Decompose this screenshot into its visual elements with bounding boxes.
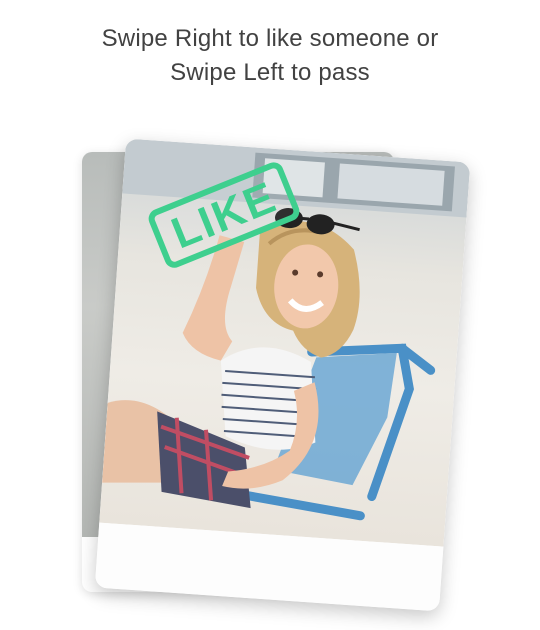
swipe-instruction: Swipe Right to like someone or Swipe Lef… <box>0 22 540 90</box>
card-stack: LIKE <box>0 110 540 630</box>
instruction-line-2: Swipe Left to pass <box>170 59 370 86</box>
instruction-line-1: Swipe Right to like someone or <box>101 25 439 52</box>
